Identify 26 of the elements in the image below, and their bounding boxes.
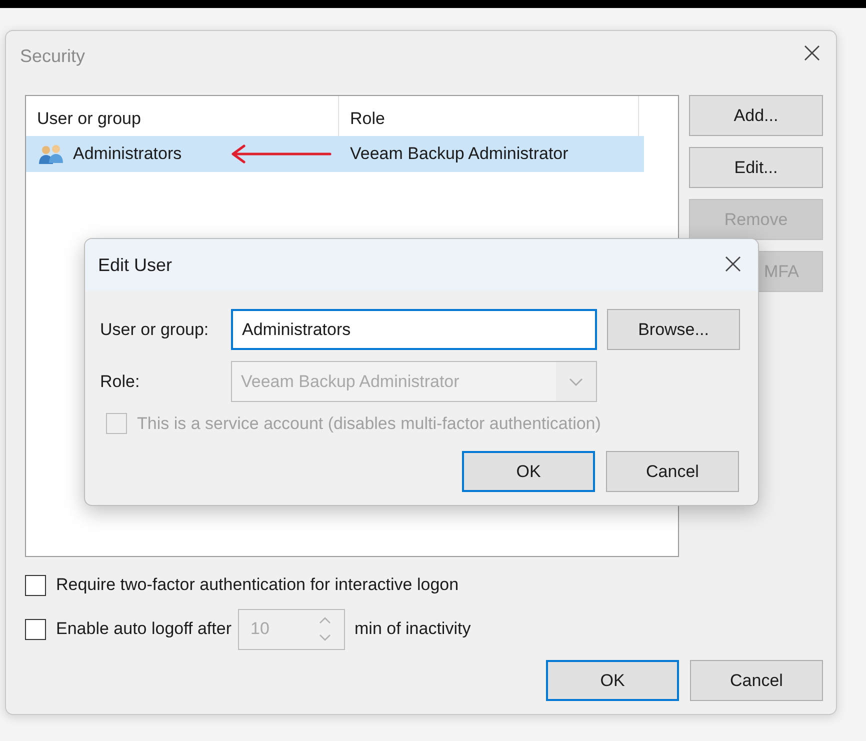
checkbox-label: This is a service account (disables multi-factor authentication) xyxy=(137,413,601,435)
chevron-down-icon xyxy=(569,378,583,386)
close-button[interactable] xyxy=(803,44,821,62)
browse-button[interactable]: Browse... xyxy=(607,309,740,350)
dialog-button[interactable]: Cancel xyxy=(690,660,823,701)
window-title: Edit User xyxy=(98,254,172,277)
dialog-button[interactable]: OK xyxy=(546,660,679,701)
table-cell-text: Veeam Backup Administrator xyxy=(350,143,568,166)
dialog-button[interactable]: OK xyxy=(462,451,595,492)
field-label: User or group: xyxy=(100,318,210,341)
close-button[interactable] xyxy=(724,255,742,273)
side-button[interactable]: Edit... xyxy=(689,147,823,188)
option-label: min of inactivity xyxy=(354,618,471,640)
users-icon xyxy=(37,143,65,165)
dialog-button[interactable]: Cancel xyxy=(606,451,739,492)
side-button[interactable]: Add... xyxy=(689,95,823,136)
table-row[interactable]: Administrators Veeam Backup Administrator xyxy=(26,136,644,172)
role-dropdown: Veeam Backup Administrator xyxy=(231,361,597,402)
window-title: Security xyxy=(20,45,86,68)
checkbox[interactable] xyxy=(25,618,46,640)
option-label: Enable auto logoff after xyxy=(56,618,232,640)
user-field[interactable]: Administrators xyxy=(231,309,597,350)
field-label: Role: xyxy=(100,370,141,393)
checkbox[interactable] xyxy=(25,574,46,596)
option-label: Require two-factor authentication for interactive logon xyxy=(56,574,459,596)
table-cell-text: Administrators xyxy=(73,143,182,166)
